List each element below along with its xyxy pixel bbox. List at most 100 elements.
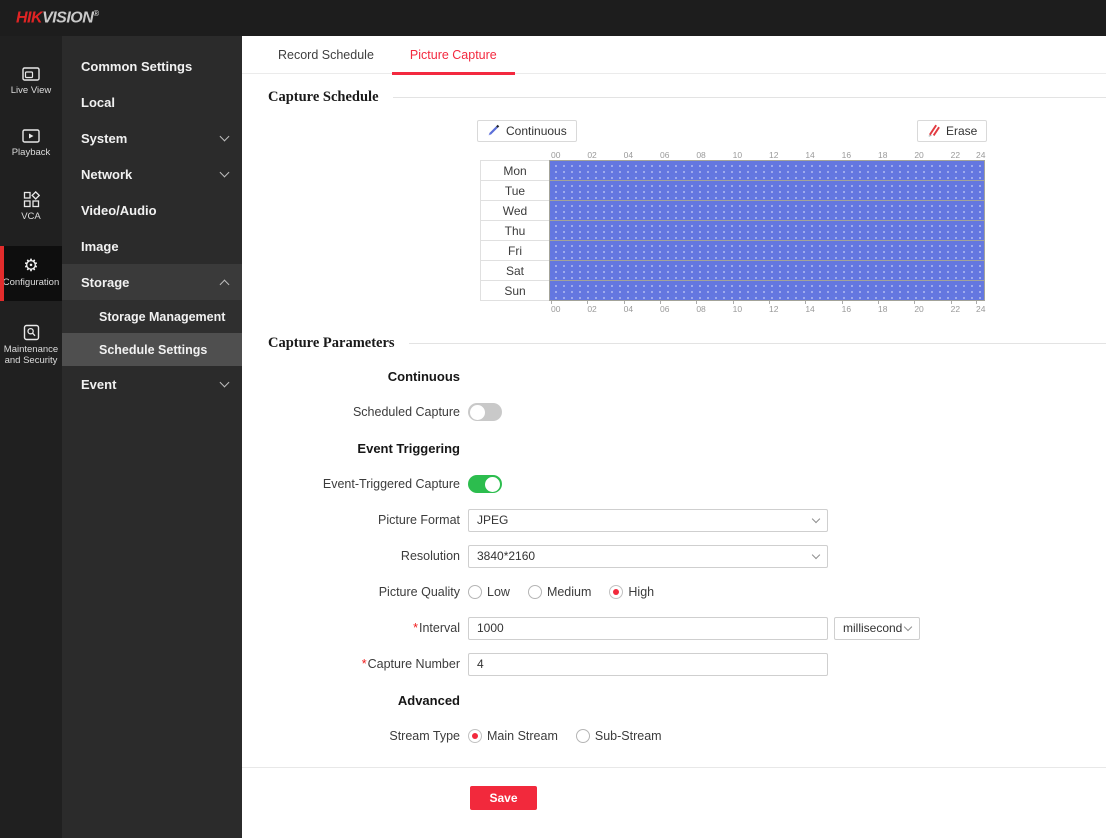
- time-tick: 14: [805, 304, 814, 314]
- sidebar-item-system[interactable]: System: [62, 120, 242, 156]
- schedule-bar-sun[interactable]: [549, 280, 985, 301]
- sidebar-item-label: Common Settings: [81, 59, 228, 74]
- save-button[interactable]: Save: [470, 786, 537, 810]
- sidebar-item-storage-management[interactable]: Storage Management: [62, 300, 242, 333]
- radio-sub-stream[interactable]: Sub-Stream: [576, 729, 662, 743]
- chevron-down-icon: [812, 550, 820, 558]
- nav-configuration[interactable]: ⚙ Configuration: [0, 246, 62, 301]
- nav-configuration-label: Configuration: [3, 277, 60, 289]
- chevron-down-icon: [904, 622, 912, 630]
- schedule-row-wed: Wed: [480, 200, 988, 221]
- schedule-bar-mon[interactable]: [549, 160, 985, 181]
- tab-record-schedule[interactable]: Record Schedule: [260, 36, 392, 74]
- sidebar-item-schedule-settings[interactable]: Schedule Settings: [62, 333, 242, 366]
- interval-unit-select[interactable]: millisecond: [834, 617, 920, 640]
- interval-row: *Interval millisecond: [242, 610, 1106, 646]
- schedule-row-fri: Fri: [480, 240, 988, 261]
- live-view-icon: [22, 67, 40, 82]
- day-label: Sat: [480, 260, 550, 281]
- radio-icon: [528, 585, 542, 599]
- time-tick: 12: [769, 150, 778, 160]
- top-bar: HIKVISION®: [0, 0, 1106, 36]
- continuous-heading: Continuous: [242, 369, 468, 384]
- nav-vca-label: VCA: [21, 211, 41, 223]
- maintenance-icon: [23, 324, 40, 341]
- nav-playback[interactable]: Playback: [0, 120, 62, 168]
- resolution-row: Resolution 3840*2160: [242, 538, 1106, 574]
- event-triggered-capture-toggle[interactable]: [468, 475, 502, 493]
- sidebar-item-label: Event: [81, 377, 221, 392]
- schedule-bar-thu[interactable]: [549, 220, 985, 241]
- time-tick: 24: [976, 304, 985, 314]
- settings-sidebar: Common Settings Local System Network Vid…: [62, 36, 242, 838]
- sidebar-item-image[interactable]: Image: [62, 228, 242, 264]
- erase-button[interactable]: Erase: [917, 120, 987, 142]
- radio-main-stream[interactable]: Main Stream: [468, 729, 558, 743]
- section-title: Capture Schedule: [268, 89, 379, 106]
- schedule-bar-sat[interactable]: [549, 260, 985, 281]
- event-triggered-capture-row: Event-Triggered Capture: [242, 466, 1106, 502]
- required-asterisk: *: [362, 657, 367, 671]
- picture-quality-radio-group: Low Medium High: [468, 585, 654, 599]
- time-tick: 18: [878, 304, 887, 314]
- nav-live-view[interactable]: Live View: [0, 58, 62, 106]
- time-tick: 04: [624, 150, 633, 160]
- sidebar-item-common-settings[interactable]: Common Settings: [62, 48, 242, 84]
- sidebar-item-network[interactable]: Network: [62, 156, 242, 192]
- sidebar-item-video-audio[interactable]: Video/Audio: [62, 192, 242, 228]
- advanced-heading: Advanced: [242, 693, 468, 708]
- stream-type-row: Stream Type Main Stream Sub-Stream: [242, 718, 1106, 754]
- required-asterisk: *: [413, 621, 418, 635]
- event-triggering-heading-row: Event Triggering: [242, 430, 1106, 466]
- sidebar-item-storage[interactable]: Storage: [62, 264, 242, 300]
- interval-label: *Interval: [242, 621, 468, 635]
- radio-icon: [576, 729, 590, 743]
- scheduled-capture-toggle[interactable]: [468, 403, 502, 421]
- toggle-knob: [485, 477, 500, 492]
- picture-format-label: Picture Format: [242, 513, 468, 527]
- capture-parameters-form: Continuous Scheduled Capture Event Trigg…: [242, 358, 1106, 754]
- day-label: Wed: [480, 200, 550, 221]
- time-tick: 08: [696, 304, 705, 314]
- nav-maintenance[interactable]: Maintenance and Security: [0, 315, 62, 377]
- continuous-button-label: Continuous: [506, 124, 567, 138]
- save-row: Save: [242, 768, 1106, 810]
- time-tick: 10: [733, 304, 742, 314]
- capture-number-row: *Capture Number: [242, 646, 1106, 682]
- capture-number-input[interactable]: [468, 653, 828, 676]
- time-tick: 02: [587, 304, 596, 314]
- tab-picture-capture[interactable]: Picture Capture: [392, 36, 515, 74]
- logo-vision: VISION: [42, 9, 93, 26]
- picture-format-select[interactable]: JPEG: [468, 509, 828, 532]
- chevron-down-icon: [220, 168, 230, 178]
- nav-rail: Live View Playback VCA ⚙ Configuration M…: [0, 36, 62, 838]
- time-axis-top: 00 02 04 06 08 10 12 14 16 18 20 22 24: [550, 150, 986, 160]
- interval-unit-value: millisecond: [843, 621, 905, 635]
- radio-medium[interactable]: Medium: [528, 585, 591, 599]
- chevron-up-icon: [220, 279, 230, 289]
- section-rule: [393, 97, 1106, 98]
- sidebar-item-event[interactable]: Event: [62, 366, 242, 402]
- resolution-select[interactable]: 3840*2160: [468, 545, 828, 568]
- event-triggered-capture-label: Event-Triggered Capture: [242, 477, 468, 491]
- schedule-bar-wed[interactable]: [549, 200, 985, 221]
- schedule-bar-tue[interactable]: [549, 180, 985, 201]
- schedule-grid: 00 02 04 06 08 10 12 14 16 18 20 22 24 M…: [480, 150, 988, 313]
- interval-input[interactable]: [468, 617, 828, 640]
- nav-vca[interactable]: VCA: [0, 182, 62, 232]
- advanced-heading-row: Advanced: [242, 682, 1106, 718]
- continuous-draw-button[interactable]: Continuous: [477, 120, 577, 142]
- radio-high[interactable]: High: [609, 585, 654, 599]
- radio-icon: [468, 585, 482, 599]
- sidebar-item-local[interactable]: Local: [62, 84, 242, 120]
- interval-label-text: Interval: [419, 621, 460, 635]
- time-tick: 10: [733, 150, 742, 160]
- schedule-bar-fri[interactable]: [549, 240, 985, 261]
- section-rule: [409, 343, 1106, 344]
- sidebar-item-label: Local: [81, 95, 228, 110]
- schedule-row-mon: Mon: [480, 160, 988, 181]
- radio-low[interactable]: Low: [468, 585, 510, 599]
- time-tick: 18: [878, 150, 887, 160]
- day-label: Thu: [480, 220, 550, 241]
- time-tick: 22: [951, 304, 960, 314]
